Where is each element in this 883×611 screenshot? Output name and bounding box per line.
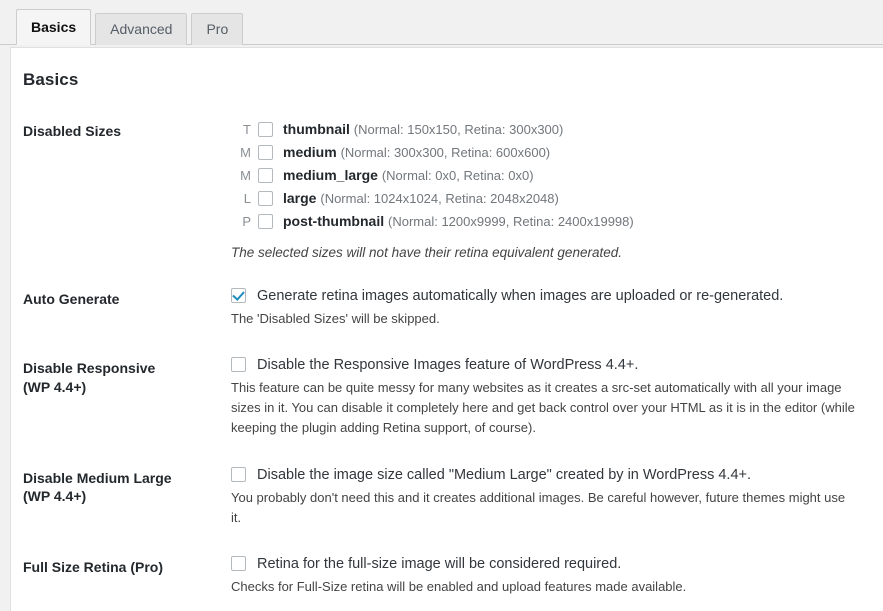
row-auto-generate: Auto Generate Generate retina images aut… <box>11 274 883 343</box>
checkbox-full-size-retina[interactable] <box>231 555 246 571</box>
label-full-size-retina: Full Size Retina (Pro) <box>23 558 164 575</box>
label-disable-medium-large: Disable Medium Large (WP 4.4+) <box>11 453 223 542</box>
auto-generate-option[interactable]: Generate retina images automatically whe… <box>231 288 863 305</box>
field-disable-medium-large: Disable the image size called "Medium La… <box>223 453 883 542</box>
field-disabled-sizes: T thumbnail (Normal: 150x150, Retina: 30… <box>223 106 883 274</box>
tab-list: Basics Advanced Pro <box>16 0 883 45</box>
size-label[interactable]: large (Normal: 1024x1024, Retina: 2048x2… <box>283 189 559 208</box>
size-dims: (Normal: 1024x1024, Retina: 2048x2048) <box>320 191 559 206</box>
size-label[interactable]: medium (Normal: 300x300, Retina: 600x600… <box>283 143 550 162</box>
full-size-retina-description: Checks for Full-Size retina will be enab… <box>231 578 687 594</box>
checkbox-size-medium[interactable] <box>258 145 273 160</box>
auto-generate-description: The 'Disabled Sizes' will be skipped. <box>231 311 440 326</box>
full-size-retina-option[interactable]: Retina for the full-size image will be c… <box>231 555 863 573</box>
checkbox-size-large[interactable] <box>258 191 273 206</box>
settings-form: Disabled Sizes T thumbnail (Normal: 150x… <box>11 106 883 611</box>
tab-advanced-label: Advanced <box>110 21 173 37</box>
size-label[interactable]: medium_large (Normal: 0x0, Retina: 0x0) <box>283 166 534 185</box>
disabled-sizes-note: The selected sizes will not have their r… <box>231 245 622 260</box>
checkbox-auto-generate[interactable] <box>231 288 246 303</box>
field-disable-responsive: Disable the Responsive Images feature of… <box>223 343 883 452</box>
checkbox-size-post-thumbnail[interactable] <box>258 214 273 229</box>
label-line-2: (WP 4.4+) <box>23 488 87 505</box>
size-dims: (Normal: 300x300, Retina: 600x600) <box>340 145 551 160</box>
row-disable-responsive: Disable Responsive (WP 4.4+) Disable the… <box>11 343 883 452</box>
field-auto-generate: Generate retina images automatically whe… <box>223 274 883 343</box>
settings-panel: Basics Disabled Sizes T thumbnail (Norma… <box>10 47 883 611</box>
tab-pro[interactable]: Pro <box>191 13 244 45</box>
size-name: medium_large <box>283 167 378 183</box>
size-option-post-thumbnail[interactable]: P post-thumbnail (Normal: 1200x9999, Ret… <box>231 212 863 231</box>
size-name: thumbnail <box>283 121 350 137</box>
label-line-1: Disable Medium Large <box>23 469 172 486</box>
tab-pro-label: Pro <box>206 21 229 37</box>
size-label[interactable]: post-thumbnail (Normal: 1200x9999, Retin… <box>283 212 634 231</box>
label-disabled-sizes: Disabled Sizes <box>23 123 122 139</box>
field-full-size-retina: Retina for the full-size image will be c… <box>223 542 883 611</box>
size-name: medium <box>283 144 337 160</box>
label-line-2: (WP 4.4+) <box>23 379 87 396</box>
checkbox-size-medium-large[interactable] <box>258 168 273 183</box>
disable-medium-large-option[interactable]: Disable the image size called "Medium La… <box>231 466 863 484</box>
size-dims: (Normal: 1200x9999, Retina: 2400x19998) <box>388 214 634 229</box>
auto-generate-option-label[interactable]: Generate retina images automatically whe… <box>257 288 783 305</box>
size-letter: M <box>240 144 251 160</box>
size-letter: P <box>242 213 251 229</box>
disabled-sizes-list: T thumbnail (Normal: 150x150, Retina: 30… <box>231 120 863 231</box>
size-name: large <box>283 190 317 206</box>
disable-responsive-description: This feature can be quite messy for many… <box>231 380 855 436</box>
size-option-large[interactable]: L large (Normal: 1024x1024, Retina: 2048… <box>231 189 863 208</box>
disable-medium-large-description: You probably don't need this and it crea… <box>231 489 846 525</box>
label-auto-generate: Auto Generate <box>23 291 120 307</box>
size-option-medium-large[interactable]: M medium_large (Normal: 0x0, Retina: 0x0… <box>231 166 863 185</box>
disable-medium-large-option-label[interactable]: Disable the image size called "Medium La… <box>257 467 751 484</box>
size-letter: T <box>243 121 251 137</box>
label-line-1: Disable Responsive <box>23 360 156 377</box>
size-letter: M <box>240 167 251 183</box>
tab-bar: Basics Advanced Pro <box>0 0 883 45</box>
size-option-medium[interactable]: M medium (Normal: 300x300, Retina: 600x6… <box>231 143 863 162</box>
checkbox-disable-medium-large[interactable] <box>231 466 246 482</box>
checkbox-disable-responsive[interactable] <box>231 357 246 373</box>
tab-basics-label: Basics <box>31 19 77 35</box>
tab-basics[interactable]: Basics <box>16 9 92 45</box>
size-dims: (Normal: 0x0, Retina: 0x0) <box>381 168 534 183</box>
size-name: post-thumbnail <box>283 213 385 229</box>
checkbox-size-thumbnail[interactable] <box>258 122 273 137</box>
row-disabled-sizes: Disabled Sizes T thumbnail (Normal: 150x… <box>11 106 883 274</box>
row-disable-medium-large: Disable Medium Large (WP 4.4+) Disable t… <box>11 453 883 542</box>
size-label[interactable]: thumbnail (Normal: 150x150, Retina: 300x… <box>283 120 563 139</box>
page-title: Basics <box>23 70 79 89</box>
size-option-thumbnail[interactable]: T thumbnail (Normal: 150x150, Retina: 30… <box>231 120 863 139</box>
disable-responsive-option[interactable]: Disable the Responsive Images feature of… <box>231 357 863 374</box>
size-dims: (Normal: 150x150, Retina: 300x300) <box>353 122 564 137</box>
full-size-retina-option-label[interactable]: Retina for the full-size image will be c… <box>257 556 621 573</box>
disable-responsive-option-label[interactable]: Disable the Responsive Images feature of… <box>257 357 638 374</box>
tab-advanced[interactable]: Advanced <box>95 13 188 45</box>
label-disable-responsive: Disable Responsive (WP 4.4+) <box>11 343 223 452</box>
size-letter: L <box>243 190 251 206</box>
row-full-size-retina: Full Size Retina (Pro) Retina for the fu… <box>11 542 883 611</box>
